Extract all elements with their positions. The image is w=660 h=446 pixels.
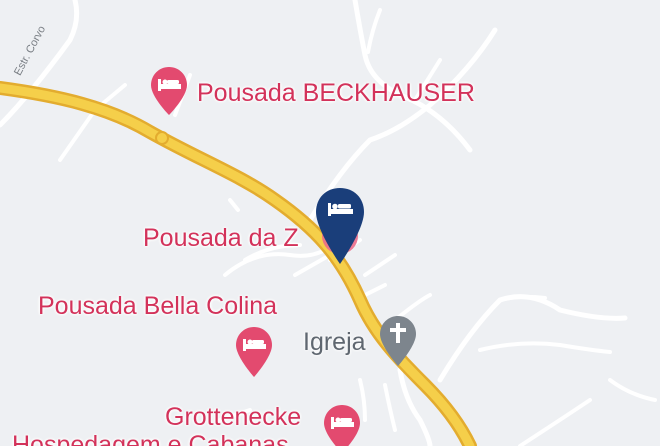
hotel-icon[interactable] (149, 65, 189, 117)
poi-label-beckhauser[interactable]: Pousada BECKHAUSER (197, 79, 475, 108)
poi-label-pousada-da-z[interactable]: Pousada da Z (143, 224, 299, 253)
road-node (155, 131, 169, 145)
poi-label-hospedagem[interactable]: Hospedagem e Cabanas (12, 431, 289, 446)
church-marker[interactable] (378, 314, 418, 368)
hotel-icon[interactable] (234, 325, 274, 379)
selected-location-marker[interactable] (313, 186, 367, 268)
map-canvas[interactable]: Estr. Corvo Pousada BECKHAUSER Pousada d… (0, 0, 660, 446)
church-label[interactable]: Igreja (303, 328, 366, 357)
hotel-icon[interactable] (322, 403, 362, 446)
poi-label-grottenecke[interactable]: Grottenecke (165, 403, 301, 432)
poi-label-bella-colina[interactable]: Pousada Bella Colina (38, 292, 277, 321)
